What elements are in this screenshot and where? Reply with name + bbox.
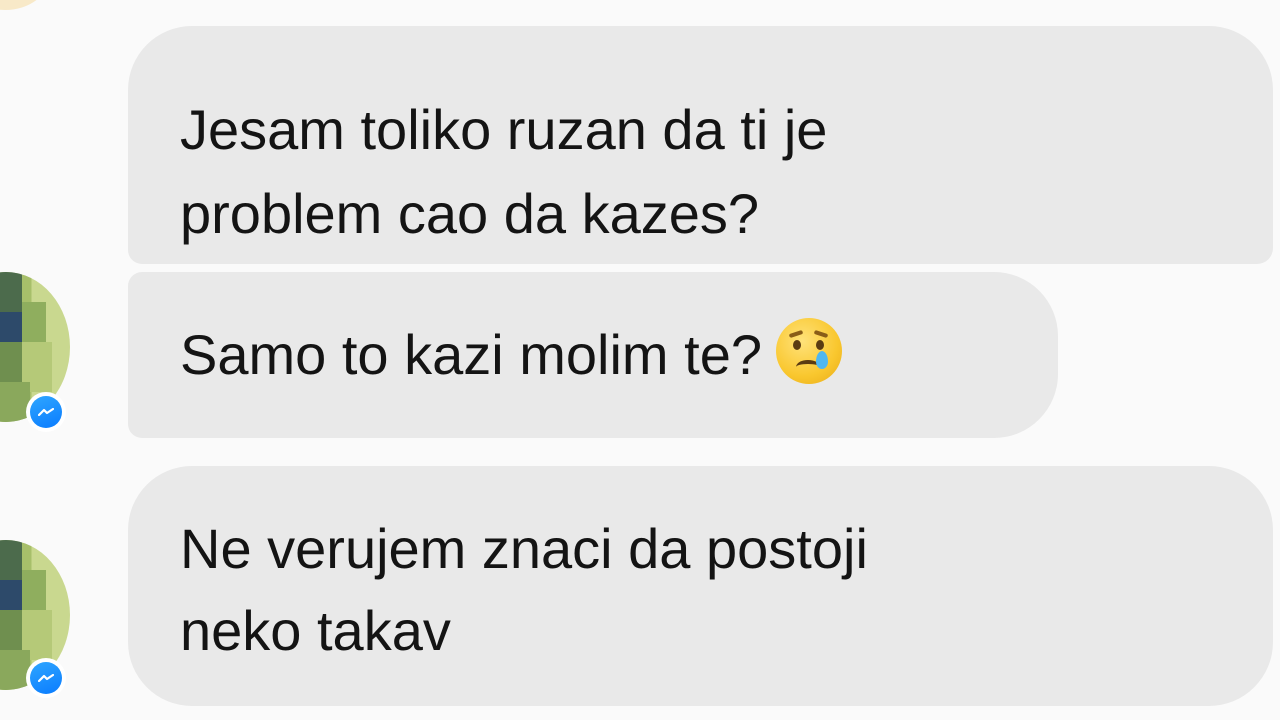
chat-thread: Jesam toliko ruzan da ti je problem cao … (0, 0, 1280, 720)
messenger-icon (26, 658, 66, 698)
message-bubble-3[interactable]: Ne verujem znaci da postoji neko takav (128, 466, 1273, 706)
crying-face-emoji (775, 318, 842, 384)
avatar-partial (0, 0, 50, 10)
message-text: Samo to kazi molim te? (180, 323, 762, 386)
message-text-line: Ne verujem znaci da postoji (180, 517, 868, 580)
message-text-line: Jesam toliko ruzan da ti je (180, 98, 828, 161)
messenger-icon (26, 392, 66, 432)
message-bubble-1[interactable]: Jesam toliko ruzan da ti je problem cao … (128, 26, 1273, 264)
message-text-line: neko takav (180, 599, 451, 662)
message-bubble-2[interactable]: Samo to kazi molim te? (128, 272, 1058, 438)
message-text-line: problem cao da kazes? (180, 182, 760, 245)
